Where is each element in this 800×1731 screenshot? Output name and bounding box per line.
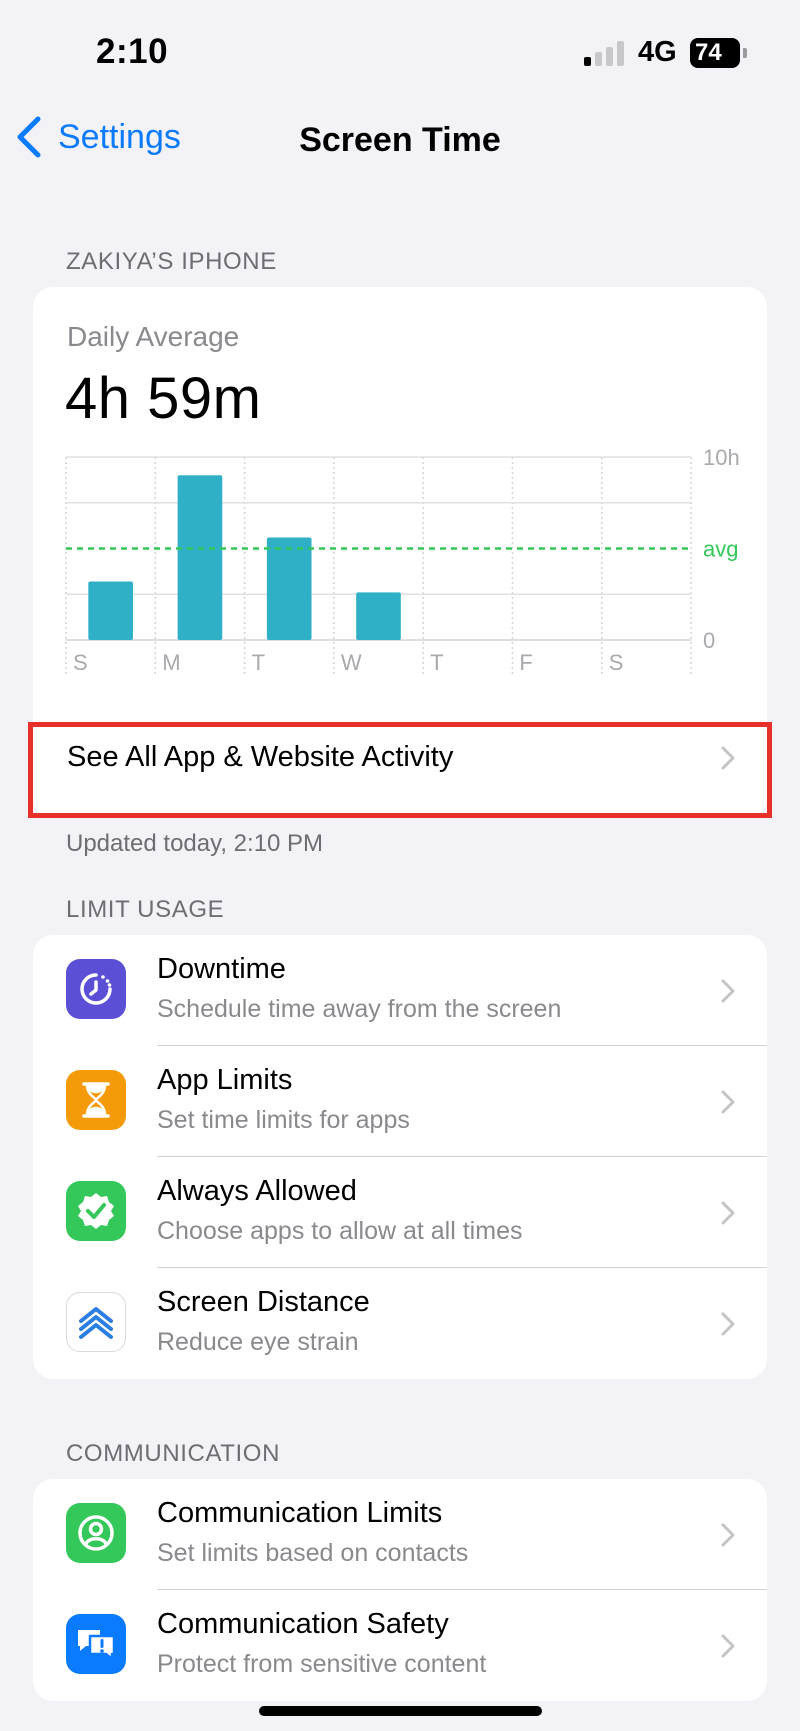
downtime-title: Downtime xyxy=(157,953,286,985)
downtime-subtitle: Schedule time away from the screen xyxy=(157,995,562,1023)
chevron-right-icon xyxy=(721,1312,735,1335)
daily-average-value: 4h 59m xyxy=(65,366,262,431)
person-circle-icon xyxy=(66,1503,126,1563)
day-label: S xyxy=(73,650,88,675)
screen-distance-row[interactable]: Screen Distance Reduce eye strain xyxy=(33,1268,767,1379)
limit-usage-header: LIMIT USAGE xyxy=(66,896,225,923)
always-allowed-title: Always Allowed xyxy=(157,1175,357,1207)
app-limits-title: App Limits xyxy=(157,1064,293,1096)
always-allowed-row[interactable]: Always Allowed Choose apps to allow at a… xyxy=(33,1157,767,1268)
daily-average-label: Daily Average xyxy=(67,321,240,352)
chevron-right-icon xyxy=(721,1201,735,1224)
chevron-right-icon xyxy=(721,1523,735,1546)
screen-distance-subtitle: Reduce eye strain xyxy=(157,1328,359,1356)
usage-bar xyxy=(356,592,401,640)
app-limits-subtitle: Set time limits for apps xyxy=(157,1106,410,1134)
battery-icon: 74 xyxy=(690,38,740,68)
chevron-right-icon xyxy=(721,979,735,1002)
app-limits-row[interactable]: App Limits Set time limits for apps xyxy=(33,1046,767,1157)
usage-bar xyxy=(177,475,223,640)
communication-limits-row[interactable]: Communication Limits Set limits based on… xyxy=(33,1479,767,1590)
always-allowed-subtitle: Choose apps to allow at all times xyxy=(157,1217,523,1245)
y-axis-label: 10h xyxy=(703,445,740,470)
y-axis-label: avg xyxy=(703,537,738,562)
communication-header: COMMUNICATION xyxy=(66,1440,281,1467)
usage-bar-chart[interactable]: 10h avg 0 S M T W T F S xyxy=(33,437,767,677)
communication-limits-subtitle: Set limits based on contacts xyxy=(157,1539,469,1567)
signal-strength-icon xyxy=(584,40,626,66)
day-label: T xyxy=(430,650,443,675)
communication-safety-subtitle: Protect from sensitive content xyxy=(157,1650,487,1678)
day-label: S xyxy=(609,650,624,675)
day-label: M xyxy=(162,650,180,675)
limit-usage-card: Downtime Schedule time away from the scr… xyxy=(33,935,767,1379)
day-label: W xyxy=(341,650,362,675)
day-label: T xyxy=(252,650,265,675)
status-bar: 2:10 4G 74 xyxy=(0,0,800,100)
navigation-bar: Settings Screen Time xyxy=(0,105,800,177)
communication-card: Communication Limits Set limits based on… xyxy=(33,1479,767,1701)
device-section-header: ZAKIYA’S IPHONE xyxy=(66,248,277,275)
usage-bar xyxy=(88,581,133,640)
updated-timestamp: Updated today, 2:10 PM xyxy=(66,830,324,857)
chevron-right-icon xyxy=(721,1634,735,1657)
downtime-row[interactable]: Downtime Schedule time away from the scr… xyxy=(33,935,767,1046)
network-type: 4G xyxy=(638,36,677,68)
chevrons-up-icon xyxy=(66,1292,126,1352)
screen-distance-title: Screen Distance xyxy=(157,1286,370,1318)
highlight-box xyxy=(28,722,772,818)
hourglass-icon xyxy=(66,1070,126,1130)
battery-tip xyxy=(743,48,747,58)
home-indicator xyxy=(259,1706,542,1716)
chevron-right-icon xyxy=(721,1090,735,1113)
communication-limits-title: Communication Limits xyxy=(157,1497,443,1529)
communication-safety-title: Communication Safety xyxy=(157,1608,449,1640)
communication-safety-row[interactable]: Communication Safety Protect from sensit… xyxy=(33,1590,767,1701)
y-axis-label: 0 xyxy=(703,628,715,653)
usage-bar xyxy=(266,537,312,640)
page-title: Screen Time xyxy=(299,121,501,159)
day-label: F xyxy=(519,650,532,675)
checkmark-seal-icon xyxy=(66,1181,126,1241)
message-alert-icon xyxy=(66,1614,126,1674)
downtime-icon xyxy=(66,959,126,1019)
status-time: 2:10 xyxy=(96,32,169,71)
